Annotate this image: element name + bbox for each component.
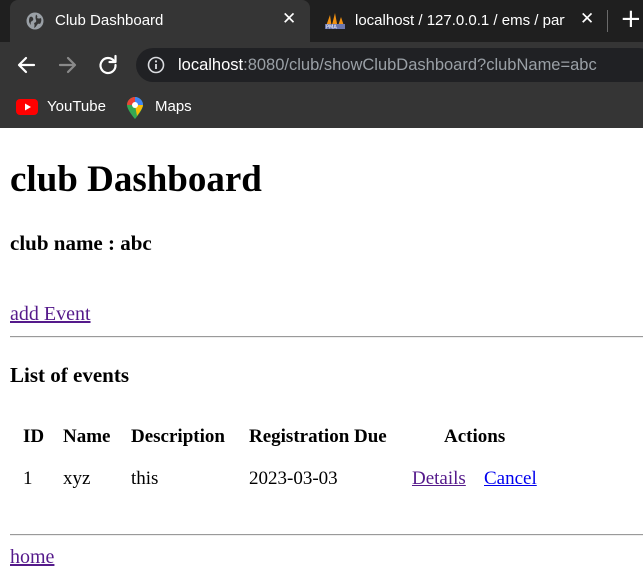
column-header-description: Description <box>131 426 225 447</box>
info-icon[interactable] <box>147 56 165 74</box>
bookmark-maps[interactable]: Maps <box>127 96 197 120</box>
reload-icon[interactable] <box>95 53 121 77</box>
close-tab-icon[interactable]: ✕ <box>282 9 296 29</box>
new-tab-icon[interactable]: + <box>620 4 642 34</box>
back-arrow-icon[interactable] <box>14 53 40 77</box>
cell-description: this <box>131 468 159 489</box>
column-header-name: Name <box>63 426 111 447</box>
divider <box>10 534 643 536</box>
maps-pin-icon <box>127 97 143 119</box>
bookmark-youtube[interactable]: YouTube <box>16 96 111 120</box>
cell-registration-due: 2023-03-03 <box>249 468 338 489</box>
url-host: localhost <box>178 56 244 74</box>
column-header-registration-due: Registration Due <box>249 426 387 447</box>
tab-club-dashboard[interactable]: Club Dashboard ✕ <box>10 0 310 42</box>
globe-icon <box>26 12 44 30</box>
bookmark-label: Maps <box>155 98 192 115</box>
tab-strip: Club Dashboard ✕ PMA localhost / 127.0.0… <box>0 0 643 42</box>
forward-arrow-icon[interactable] <box>54 53 80 77</box>
club-name-heading: club name : abc <box>10 231 152 255</box>
cancel-link[interactable]: Cancel <box>484 468 537 490</box>
bookmark-label: YouTube <box>47 98 106 115</box>
svg-text:PMA: PMA <box>326 25 337 31</box>
home-link[interactable]: home <box>10 546 54 569</box>
browser-toolbar: localhost:8080/club/showClubDashboard?cl… <box>0 42 643 88</box>
tab-title: localhost / 127.0.0.1 / ems / partic <box>355 12 565 29</box>
tab-title: Club Dashboard <box>55 12 164 29</box>
bookmarks-bar: YouTube Maps <box>0 88 643 128</box>
cell-id: 1 <box>23 468 33 489</box>
url-path: :8080/club/showClubDashboard?clubName=ab… <box>243 56 597 74</box>
divider <box>10 336 643 338</box>
close-tab-icon[interactable]: ✕ <box>580 9 594 29</box>
address-bar[interactable]: localhost:8080/club/showClubDashboard?cl… <box>136 48 643 82</box>
add-event-link[interactable]: add Event <box>10 303 91 326</box>
page-title: club Dashboard <box>10 159 262 200</box>
tab-phpmyadmin[interactable]: PMA localhost / 127.0.0.1 / ems / partic… <box>310 0 610 42</box>
phpmyadmin-icon: PMA <box>325 13 345 31</box>
tab-separator <box>607 10 608 32</box>
details-link[interactable]: Details <box>412 468 466 490</box>
youtube-icon <box>16 99 38 115</box>
events-heading: List of events <box>10 363 129 387</box>
page-content: club Dashboard club name : abc add Event… <box>0 128 643 585</box>
column-header-actions: Actions <box>444 426 506 447</box>
cell-name: xyz <box>63 468 91 489</box>
url-text: localhost:8080/club/showClubDashboard?cl… <box>178 56 597 75</box>
column-header-id: ID <box>23 426 45 447</box>
